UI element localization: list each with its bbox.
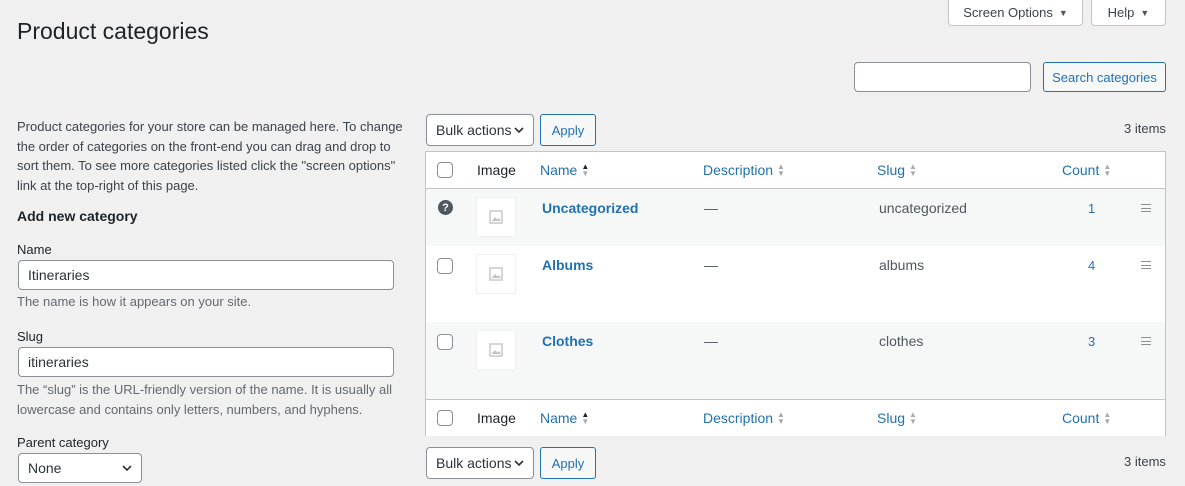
image-placeholder-icon xyxy=(476,254,516,294)
table-footer: Image Name ▲ ▼ Description ▲ ▼ Slug ▲ ▼ Cou… xyxy=(426,399,1165,436)
items-count-bottom: 3 items xyxy=(1124,454,1166,469)
slug-help-text-1: The “slug” is the URL-friendly version o… xyxy=(17,382,392,397)
column-name-label: Name xyxy=(540,410,578,426)
column-name-label: Name xyxy=(540,162,578,178)
image-placeholder-icon xyxy=(476,197,516,237)
column-description[interactable]: Description ▲ ▼ xyxy=(703,400,785,436)
sort-arrows-icon: ▲ ▼ xyxy=(1103,410,1112,426)
bulk-actions-select-bottom[interactable]: Bulk actions xyxy=(426,447,534,479)
column-description[interactable]: Description ▲ ▼ xyxy=(703,152,785,188)
category-name-link[interactable]: Albums xyxy=(542,257,593,273)
search-input[interactable] xyxy=(854,62,1031,92)
chevron-down-icon xyxy=(514,460,524,467)
slug-label: Slug xyxy=(17,329,44,344)
caret-down-icon: ▼ xyxy=(1140,7,1150,18)
column-description-label: Description xyxy=(703,410,774,426)
category-description: — xyxy=(704,257,718,273)
categories-table: Image Name ▲ ▼ Description ▲ ▼ Slug ▲ ▼ Cou… xyxy=(425,151,1166,436)
name-help-text: The name is how it appears on your site. xyxy=(17,294,252,309)
bulk-actions-select-top[interactable]: Bulk actions xyxy=(426,114,534,146)
select-all-checkbox-footer[interactable] xyxy=(437,410,453,426)
search-categories-button[interactable]: Search categories xyxy=(1043,62,1166,92)
apply-button-bottom[interactable]: Apply xyxy=(540,447,596,479)
category-count-link[interactable]: 4 xyxy=(1088,258,1095,273)
sort-arrows-icon: ▲ ▼ xyxy=(777,410,785,426)
column-slug[interactable]: Slug ▲ ▼ xyxy=(877,152,917,188)
category-description: — xyxy=(704,333,718,349)
apply-button-top[interactable]: Apply xyxy=(540,114,596,146)
chevron-down-icon xyxy=(122,465,132,472)
image-placeholder-icon xyxy=(476,330,516,370)
help-icon: ? xyxy=(438,200,453,215)
name-label: Name xyxy=(17,242,52,257)
column-count[interactable]: Count ▲ ▼ xyxy=(1062,400,1111,436)
table-row[interactable]: Albums — albums 4 xyxy=(426,246,1165,322)
category-slug: albums xyxy=(879,257,925,273)
caret-down-icon: ▼ xyxy=(1058,7,1068,18)
name-field[interactable]: Itineraries xyxy=(18,260,394,290)
sort-arrows-icon: ▲ ▼ xyxy=(909,162,917,178)
parent-category-value: None xyxy=(28,460,62,476)
category-description: — xyxy=(704,200,718,216)
category-count-link[interactable]: 1 xyxy=(1088,201,1095,216)
table-header: Image Name ▲ ▼ Description ▲ ▼ Slug ▲ ▼ Cou… xyxy=(426,152,1165,189)
page-title: Product categories xyxy=(17,18,209,44)
column-count-label: Count xyxy=(1062,162,1100,178)
help-button[interactable]: Help ▼ xyxy=(1091,0,1166,26)
column-count[interactable]: Count ▲ ▼ xyxy=(1062,152,1111,188)
parent-category-label: Parent category xyxy=(17,435,109,450)
page-description: Product categories for your store can be… xyxy=(17,119,403,193)
sort-arrows-icon: ▲ ▼ xyxy=(909,410,917,426)
bulk-actions-label: Bulk actions xyxy=(436,122,512,138)
sort-arrows-icon: ▲ ▼ xyxy=(777,162,785,178)
sort-arrows-icon: ▲ ▼ xyxy=(581,410,590,426)
column-image: Image xyxy=(477,162,516,178)
drag-handle-icon[interactable] xyxy=(1141,261,1151,269)
column-count-label: Count xyxy=(1062,410,1100,426)
drag-handle-icon[interactable] xyxy=(1141,204,1151,212)
column-description-label: Description xyxy=(703,162,774,178)
category-count-link[interactable]: 3 xyxy=(1088,334,1095,349)
category-name-link[interactable]: Uncategorized xyxy=(542,200,638,216)
bulk-actions-label: Bulk actions xyxy=(436,455,512,471)
slug-field[interactable]: itineraries xyxy=(18,347,394,377)
table-row[interactable]: ? Uncategorized — uncategorized 1 xyxy=(426,189,1165,246)
chevron-down-icon xyxy=(514,127,524,134)
column-slug-label: Slug xyxy=(877,410,906,426)
sort-arrows-icon: ▲ ▼ xyxy=(581,162,590,178)
screen-options-button[interactable]: Screen Options ▼ xyxy=(948,0,1083,26)
column-image: Image xyxy=(477,410,516,426)
parent-category-select[interactable]: None xyxy=(18,453,142,483)
select-all-checkbox[interactable] xyxy=(437,162,453,178)
category-slug: uncategorized xyxy=(879,200,967,216)
table-row[interactable]: Clothes — clothes 3 xyxy=(426,322,1165,399)
column-name[interactable]: Name ▲ ▼ xyxy=(540,400,589,436)
sort-arrows-icon: ▲ ▼ xyxy=(1103,162,1112,178)
column-name[interactable]: Name ▲ ▼ xyxy=(540,152,589,188)
row-checkbox[interactable] xyxy=(437,258,453,274)
slug-help-text-2: lowercase and contains only letters, num… xyxy=(17,402,363,417)
category-slug: clothes xyxy=(879,333,924,349)
category-name-link[interactable]: Clothes xyxy=(542,333,593,349)
items-count-top: 3 items xyxy=(1124,121,1166,136)
column-slug[interactable]: Slug ▲ ▼ xyxy=(877,400,917,436)
help-label: Help xyxy=(1107,5,1135,20)
row-checkbox[interactable] xyxy=(437,334,453,350)
screen-options-label: Screen Options xyxy=(963,5,1053,20)
add-category-heading: Add new category xyxy=(17,208,138,224)
column-slug-label: Slug xyxy=(877,162,906,178)
drag-handle-icon[interactable] xyxy=(1141,337,1151,345)
